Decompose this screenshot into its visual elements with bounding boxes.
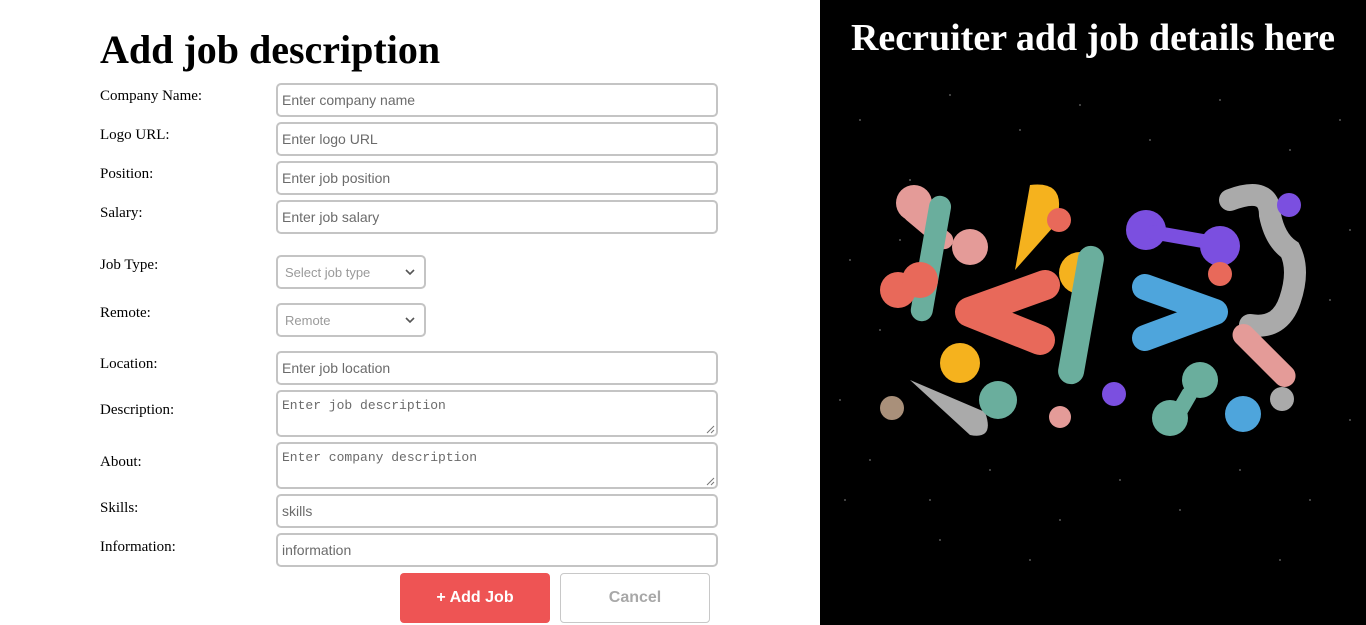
salary-input[interactable] [276, 200, 718, 234]
cancel-button[interactable]: Cancel [560, 573, 710, 623]
information-label: Information: [100, 539, 176, 555]
information-input[interactable] [276, 533, 718, 567]
job-type-label: Job Type: [100, 257, 159, 273]
location-label: Location: [100, 356, 158, 372]
position-label: Position: [100, 166, 154, 182]
remote-selected-value: Remote [285, 312, 331, 328]
chevron-down-icon [405, 269, 415, 276]
job-type-selected-value: Select job type [285, 264, 371, 280]
logo-url-input[interactable] [276, 122, 718, 156]
code-brackets-illustration-icon [839, 94, 1351, 561]
resize-handle-icon[interactable] [706, 425, 715, 434]
description-textarea[interactable] [276, 390, 718, 437]
resize-handle-icon[interactable] [706, 477, 715, 486]
about-textarea[interactable] [276, 442, 718, 489]
description-label: Description: [100, 402, 175, 418]
add-job-button[interactable]: + Add Job [400, 573, 550, 623]
location-input[interactable] [276, 351, 718, 385]
about-label: About: [100, 454, 142, 470]
logo-url-label: Logo URL: [100, 127, 170, 143]
side-panel-title: Recruiter add job details here [850, 17, 1336, 59]
company-name-label: Company Name: [100, 88, 203, 104]
job-type-select[interactable]: Select job type [276, 255, 426, 289]
remote-select[interactable]: Remote [276, 303, 426, 337]
job-form-panel: Add job description Company Name: Logo U… [0, 0, 820, 625]
chevron-down-icon [405, 317, 415, 324]
company-name-input[interactable] [276, 83, 718, 117]
remote-label: Remote: [100, 305, 151, 321]
position-input[interactable] [276, 161, 718, 195]
page-title: Add job description [100, 27, 441, 72]
skills-input[interactable] [276, 494, 718, 528]
skills-label: Skills: [100, 500, 139, 516]
side-panel: Recruiter add job details here [820, 0, 1366, 625]
salary-label: Salary: [100, 205, 143, 221]
